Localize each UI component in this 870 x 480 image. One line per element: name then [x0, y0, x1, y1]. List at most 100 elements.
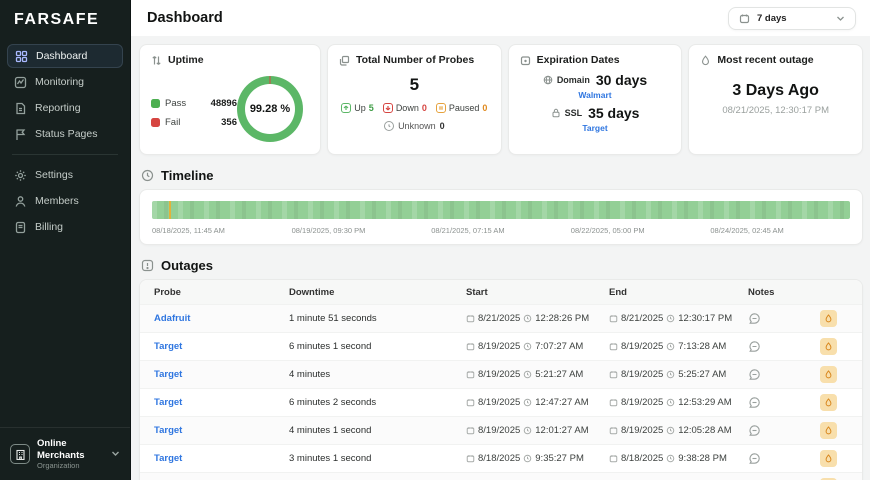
note-comment-icon[interactable]: [748, 396, 820, 409]
clock-icon: [666, 314, 675, 323]
outages-table-body: Adafruit 1 minute 51 seconds 8/21/2025 1…: [140, 304, 862, 480]
sidebar-item-label: Reporting: [35, 102, 81, 114]
downtime-value: 6 minutes 1 second: [289, 341, 466, 352]
start-time: 7:07:27 AM: [535, 341, 583, 352]
sidebar-item-reporting[interactable]: Reporting: [7, 96, 123, 120]
end-time: 12:05:28 AM: [678, 425, 731, 436]
probe-link[interactable]: Target: [154, 341, 289, 352]
calendar-icon: [466, 454, 475, 463]
sidebar-item-label: Monitoring: [35, 76, 84, 88]
probe-link[interactable]: Target: [154, 453, 289, 464]
date-range-value: 7 days: [757, 13, 787, 24]
sidebar-item-members[interactable]: Members: [7, 189, 123, 213]
alert-droplet-button[interactable]: [820, 394, 837, 411]
calendar-icon: [609, 398, 618, 407]
probes-up: Up 5: [341, 103, 374, 113]
timeline-labels: 08/18/2025, 11:45 AM 08/19/2025, 09:30 P…: [152, 226, 850, 235]
sidebar-item-label: Status Pages: [35, 128, 97, 140]
alert-droplet-button[interactable]: [820, 450, 837, 467]
alert-droplet-button[interactable]: [820, 422, 837, 439]
date-range-select[interactable]: 7 days: [728, 7, 856, 30]
note-comment-icon[interactable]: [748, 452, 820, 465]
start-date: 8/19/2025: [478, 397, 520, 408]
up-label: Up: [354, 103, 366, 113]
downtime-value: 6 minutes 2 seconds: [289, 397, 466, 408]
sidebar-item-settings[interactable]: Settings: [7, 163, 123, 187]
col-probe: Probe: [154, 287, 289, 298]
paused-value: 0: [482, 103, 487, 113]
domain-link[interactable]: Walmart: [578, 90, 611, 100]
uptime-fail-row: Fail 356: [151, 117, 237, 128]
monitor-icon: [14, 76, 27, 89]
timeline-bar[interactable]: [152, 201, 850, 219]
clock-icon: [523, 342, 532, 351]
note-comment-icon[interactable]: [748, 424, 820, 437]
recent-outage-card: Most recent outage 3 Days Ago 08/21/2025…: [688, 44, 863, 155]
alert-droplet-button[interactable]: [820, 366, 837, 383]
recent-outage-relative: 3 Days Ago: [700, 82, 851, 100]
note-comment-icon[interactable]: [748, 368, 820, 381]
chevron-down-icon: [111, 445, 120, 463]
ssl-days: 35 days: [588, 105, 639, 121]
end-date: 8/21/2025: [621, 313, 663, 324]
outage-row: Target 6 minutes 1 second 8/19/2025 7:07…: [140, 332, 862, 360]
timeline-card: 08/18/2025, 11:45 AM 08/19/2025, 09:30 P…: [139, 189, 863, 245]
down-label: Down: [396, 103, 419, 113]
start-date: 8/19/2025: [478, 369, 520, 380]
sidebar-item-monitoring[interactable]: Monitoring: [7, 70, 123, 94]
probe-link[interactable]: Target: [154, 425, 289, 436]
sidebar-item-label: Dashboard: [36, 50, 87, 62]
calendar-icon: [609, 342, 618, 351]
unknown-value: 0: [440, 121, 445, 131]
timeline-section-header: Timeline: [141, 168, 863, 183]
page-title: Dashboard: [147, 10, 223, 26]
end-time: 5:25:27 AM: [678, 369, 726, 380]
sidebar-item-billing[interactable]: Billing: [7, 215, 123, 239]
clock-icon: [141, 169, 154, 182]
calendar-icon: [609, 370, 618, 379]
receipt-icon: [14, 221, 27, 234]
probe-link[interactable]: Adafruit: [154, 313, 289, 324]
app-logo: FARSAFE: [0, 0, 130, 42]
probes-status-row: Up 5 Down 0 Paused 0: [339, 103, 490, 113]
col-downtime: Downtime: [289, 287, 466, 298]
sidebar-nav: Dashboard Monitoring Reporting Status Pa…: [0, 42, 130, 427]
sort-arrows-icon: [151, 55, 162, 66]
note-comment-icon[interactable]: [748, 312, 820, 325]
calendar-icon: [609, 314, 618, 323]
probe-link[interactable]: Target: [154, 369, 289, 380]
organization-switcher[interactable]: Online Merchants Organization: [0, 427, 130, 480]
fail-value: 356: [221, 117, 237, 128]
clock-icon: [523, 426, 532, 435]
start-date: 8/19/2025: [478, 425, 520, 436]
alert-droplet-button[interactable]: [820, 338, 837, 355]
end-date: 8/19/2025: [621, 369, 663, 380]
pass-swatch: [151, 99, 160, 108]
alert-droplet-button[interactable]: [820, 310, 837, 327]
uptime-pass-row: Pass 48896: [151, 98, 237, 109]
probes-card-header: Total Number of Probes: [339, 54, 490, 66]
start-date: 8/21/2025: [478, 313, 520, 324]
note-comment-icon[interactable]: [748, 340, 820, 353]
recent-outage-body: 3 Days Ago 08/21/2025, 12:30:17 PM: [700, 82, 851, 116]
expiration-card-header: Expiration Dates: [520, 54, 671, 66]
probe-link[interactable]: Target: [154, 397, 289, 408]
building-icon: [10, 444, 30, 464]
ssl-link[interactable]: Target: [582, 123, 607, 133]
probes-stack-icon: [339, 55, 350, 66]
domain-label: Domain: [557, 75, 590, 85]
timeline-title: Timeline: [161, 168, 214, 183]
start-time: 12:01:27 AM: [535, 425, 588, 436]
end-time: 12:53:29 AM: [678, 397, 731, 408]
probes-total: 5: [339, 75, 490, 95]
uptime-legend: Pass 48896 Fail 356: [151, 98, 237, 128]
clock-icon: [523, 398, 532, 407]
clock-icon: [666, 342, 675, 351]
sidebar-item-status-pages[interactable]: Status Pages: [7, 122, 123, 146]
outage-row: Target 4 minutes 1 second 8/19/2025 12:0…: [140, 416, 862, 444]
start-cell: 8/19/2025 12:01:27 AM: [466, 425, 609, 436]
sidebar-item-dashboard[interactable]: Dashboard: [7, 44, 123, 68]
timeline-bar-stripes: [152, 201, 850, 219]
calendar-icon: [466, 342, 475, 351]
alert-square-icon: [141, 259, 154, 272]
